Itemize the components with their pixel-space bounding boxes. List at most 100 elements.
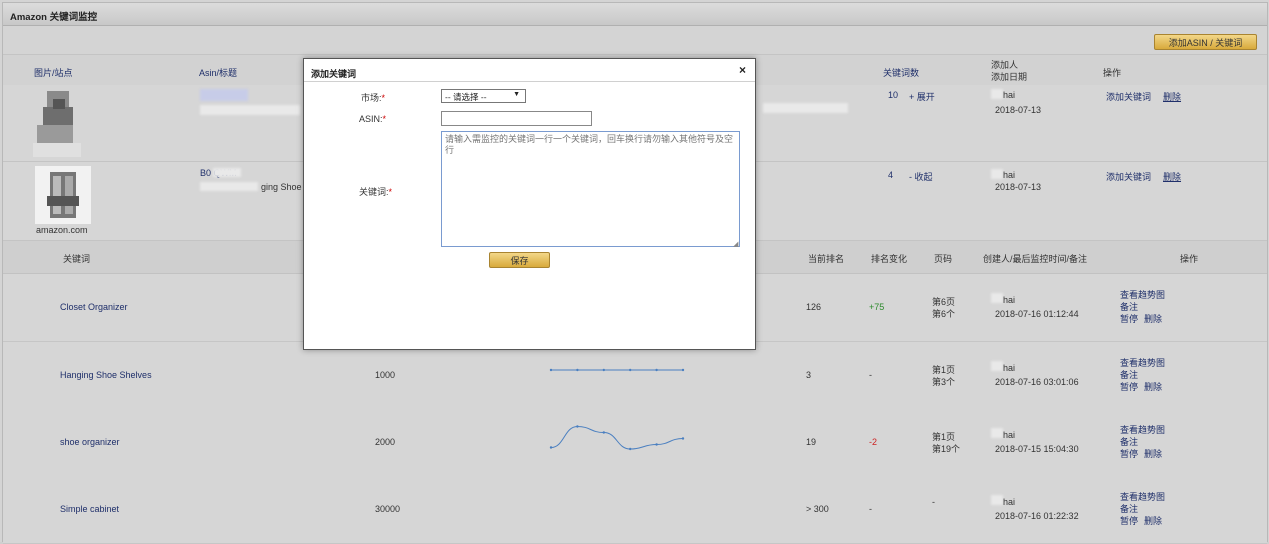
delete-keyword-link[interactable]: 删除 — [1144, 380, 1162, 393]
search-volume: 30000 — [375, 504, 401, 514]
adder-name: hai — [1003, 170, 1016, 180]
header-added-date: 添加日期 — [991, 72, 1028, 82]
rank-change: +75 — [869, 302, 885, 312]
rank-change: -2 — [869, 437, 878, 447]
avatar — [991, 428, 1003, 438]
trend-point — [602, 431, 605, 434]
keyword-link[interactable]: Simple cabinet — [60, 504, 119, 514]
keyword-link[interactable]: Closet Organizer — [60, 302, 128, 312]
close-icon[interactable]: × — [739, 63, 746, 77]
product-thumbnail-image — [35, 166, 91, 224]
blurred-title — [200, 105, 300, 115]
trend-point — [681, 437, 685, 440]
site-label: amazon.com — [36, 225, 88, 235]
rank-change: - — [869, 370, 872, 380]
avatar — [991, 169, 1003, 179]
page-number: - — [932, 497, 935, 507]
delete-asin-link[interactable]: 删除 — [1163, 170, 1181, 183]
market-select[interactable]: -- 请选择 -- ▼ — [441, 89, 526, 103]
delete-keyword-link[interactable]: 删除 — [1144, 514, 1162, 527]
delete-asin-link[interactable]: 删除 — [1163, 90, 1181, 103]
search-volume: 1000 — [375, 370, 396, 380]
trend-point — [602, 368, 605, 372]
market-select-value: -- 请选择 -- — [445, 92, 487, 102]
current-rank: 3 — [806, 370, 812, 380]
avatar — [991, 293, 1003, 303]
trend-point — [576, 425, 579, 428]
adder-name: hai — [1003, 90, 1016, 100]
required-mark: * — [381, 93, 386, 103]
delete-keyword-link[interactable]: 删除 — [1144, 447, 1162, 460]
page-position: 第3个 — [932, 377, 956, 387]
last-monitor-time: 2018-07-16 01:12:44 — [995, 309, 1079, 319]
expand-toggle[interactable]: + 展开 — [909, 90, 935, 103]
asin-label-text: ASIN: — [359, 114, 383, 124]
header-actions: 操作 — [1103, 68, 1122, 78]
keyword-link[interactable]: Hanging Shoe Shelves — [60, 370, 152, 380]
avatar — [991, 495, 1003, 505]
keyword-count: 10 — [888, 90, 899, 100]
add-keyword-link[interactable]: 添加关键词 — [1106, 90, 1151, 103]
collapse-toggle[interactable]: - 收起 — [909, 170, 933, 183]
resize-grip-icon[interactable]: ◢ — [733, 240, 738, 248]
blurred-title-tail — [763, 103, 848, 113]
pause-link[interactable]: 暂停 — [1120, 312, 1138, 325]
current-rank: > 300 — [806, 504, 829, 514]
add-keyword-dialog: 添加关键词 × 市场:* -- 请选择 -- ▼ ASIN:* 关键词:* ◢ … — [303, 58, 756, 350]
header-page: 页码 — [934, 254, 953, 264]
page-position: 第19个 — [932, 444, 961, 454]
pause-link[interactable]: 暂停 — [1120, 380, 1138, 393]
market-label: 市场:* — [361, 91, 385, 104]
trend-sparkline — [549, 425, 685, 451]
avatar — [991, 361, 1003, 371]
dialog-header: 添加关键词 × — [304, 59, 755, 82]
trend-point — [629, 447, 632, 451]
pause-link[interactable]: 暂停 — [1120, 447, 1138, 460]
avatar — [991, 89, 1003, 99]
keyword-row: Hanging Shoe Shelves 1000 3- 第1页 第3个 hai 2018-… — [3, 342, 1267, 410]
header-current-rank: 当前排名 — [808, 254, 845, 264]
creator-name: hai — [1003, 295, 1016, 305]
creator-name: hai — [1003, 430, 1016, 440]
product-thumbnail-image — [33, 91, 81, 157]
header-creator: 创建人/最后监控时间/备注 — [983, 254, 1088, 264]
creator-name: hai — [1003, 497, 1016, 507]
trend-point — [549, 446, 553, 449]
keywords-textarea[interactable] — [441, 131, 740, 247]
add-keyword-link[interactable]: 添加关键词 — [1106, 170, 1151, 183]
blurred-asin-part — [213, 168, 241, 177]
pause-link[interactable]: 暂停 — [1120, 514, 1138, 527]
current-rank: 19 — [806, 437, 817, 447]
trend-point — [681, 368, 685, 372]
last-monitor-time: 2018-07-16 03:01:06 — [995, 377, 1079, 387]
keyword-row: shoe organizer 2000 19 -2 第1页 第19个 hai 2018-07-… — [3, 409, 1267, 477]
rank-change: - — [869, 504, 872, 514]
toolbar: 添加ASIN / 关键词 — [3, 26, 1267, 55]
header-asin-title: Asin/标题 — [199, 68, 238, 78]
keyword-count: 4 — [888, 170, 894, 180]
trend-point — [655, 368, 658, 372]
trend-sparkline — [549, 368, 685, 372]
last-monitor-time: 2018-07-16 01:22:32 — [995, 511, 1079, 521]
asin-label: ASIN:* — [359, 114, 386, 124]
last-monitor-time: 2018-07-15 15:04:30 — [995, 444, 1079, 454]
market-label-text: 市场: — [361, 93, 382, 103]
search-volume: 2000 — [375, 437, 396, 447]
creator-name: hai — [1003, 363, 1016, 373]
trend-point — [629, 368, 632, 372]
header-image-site: 图片/站点 — [34, 68, 73, 78]
page-title: Amazon 关键词监控 — [10, 12, 98, 23]
keyword-label: 关键词:* — [359, 185, 392, 198]
add-asin-keyword-button[interactable]: 添加ASIN / 关键词 — [1154, 34, 1257, 50]
save-button[interactable]: 保存 — [489, 252, 550, 268]
asin-input[interactable] — [441, 111, 592, 126]
chevron-down-icon: ▼ — [513, 91, 520, 98]
header-keyword: 关键词 — [63, 254, 91, 264]
header-actions: 操作 — [1180, 254, 1199, 264]
page: Amazon 关键词监控 添加ASIN / 关键词 图片/站点 Asin/标题 … — [0, 0, 1269, 544]
delete-keyword-link[interactable]: 删除 — [1144, 312, 1162, 325]
keyword-link[interactable]: shoe organizer — [60, 437, 120, 447]
dialog-title: 添加关键词 — [311, 69, 357, 79]
header-keyword-count: 关键词数 — [883, 68, 920, 78]
current-rank: 126 — [806, 302, 822, 312]
